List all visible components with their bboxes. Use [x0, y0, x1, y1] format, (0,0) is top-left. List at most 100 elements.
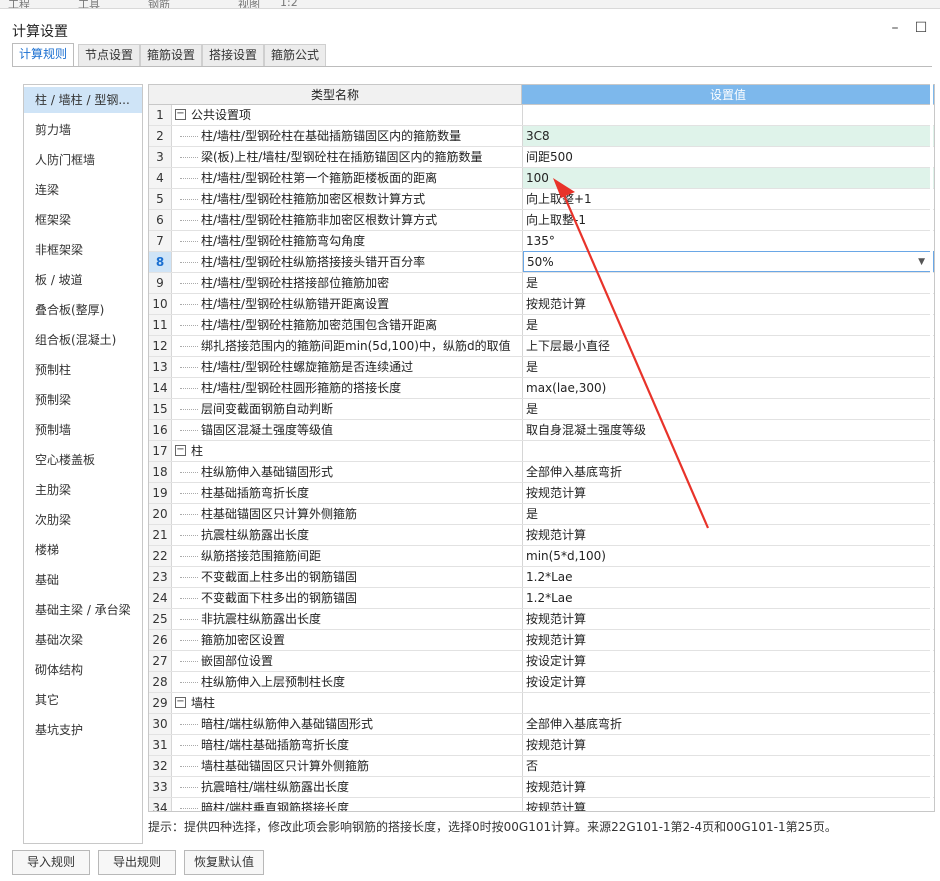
type-name-cell[interactable]: 抗震暗柱/端柱纵筋露出长度	[172, 777, 523, 797]
row-number[interactable]: 6	[149, 210, 172, 230]
table-row[interactable]: 23 不变截面上柱多出的钢筋锚固 1.2*Lae	[149, 567, 934, 588]
setting-value-cell[interactable]: 全部伸入基底弯折	[523, 462, 934, 482]
grid-group-row[interactable]: 29− 墙柱	[149, 693, 934, 714]
table-row[interactable]: 3 梁(板)上柱/墙柱/型钢砼柱在插筋锚固区内的箍筋数量 间距500	[149, 147, 934, 168]
setting-value-cell[interactable]: 1.2*Lae	[523, 567, 934, 587]
type-name-cell[interactable]: 柱/墙柱/型钢砼柱在基础插筋锚固区内的箍筋数量	[172, 126, 523, 146]
type-name-cell[interactable]: − 墙柱	[172, 693, 523, 713]
setting-value-cell[interactable]: 按规范计算	[523, 609, 934, 629]
table-row[interactable]: 15 层间变截面钢筋自动判断 是	[149, 399, 934, 420]
table-row[interactable]: 4 柱/墙柱/型钢砼柱第一个箍筋距楼板面的距离 100	[149, 168, 934, 189]
row-number[interactable]: 1	[149, 105, 172, 125]
collapse-minus-icon[interactable]: −	[175, 445, 186, 456]
setting-value-cell[interactable]: 135°	[523, 231, 934, 251]
sidebar-item-coupling-beam[interactable]: 连梁	[24, 177, 142, 203]
row-number[interactable]: 4	[149, 168, 172, 188]
type-name-cell[interactable]: 嵌固部位设置	[172, 651, 523, 671]
type-name-cell[interactable]: 不变截面下柱多出的钢筋锚固	[172, 588, 523, 608]
type-name-cell[interactable]: 锚固区混凝土强度等级值	[172, 420, 523, 440]
row-number[interactable]: 18	[149, 462, 172, 482]
table-row[interactable]: 22 纵筋搭接范围箍筋间距 min(5*d,100)	[149, 546, 934, 567]
row-number[interactable]: 3	[149, 147, 172, 167]
row-number[interactable]: 19	[149, 483, 172, 503]
setting-value-cell[interactable]: 是	[523, 357, 934, 377]
row-number[interactable]: 23	[149, 567, 172, 587]
row-number[interactable]: 10	[149, 294, 172, 314]
setting-value-cell[interactable]: 按规范计算	[523, 777, 934, 797]
table-row[interactable]: 12 绑扎搭接范围内的箍筋间距min(5d,100)中，纵筋d的取值 上下层最小直径	[149, 336, 934, 357]
tab-stirrup-settings[interactable]: 箍筋设置	[140, 44, 203, 66]
table-row[interactable]: 2 柱/墙柱/型钢砼柱在基础插筋锚固区内的箍筋数量 3C8	[149, 126, 934, 147]
type-name-cell[interactable]: 纵筋搭接范围箍筋间距	[172, 546, 523, 566]
type-name-cell[interactable]: 柱/墙柱/型钢砼柱螺旋箍筋是否连续通过	[172, 357, 523, 377]
type-name-cell[interactable]: 箍筋加密区设置	[172, 630, 523, 650]
setting-value-cell[interactable]: 按规范计算	[523, 294, 934, 314]
setting-value-cell[interactable]: 上下层最小直径	[523, 336, 934, 356]
setting-value-cell[interactable]: 向上取整+1	[523, 189, 934, 209]
type-name-cell[interactable]: 梁(板)上柱/墙柱/型钢砼柱在插筋锚固区内的箍筋数量	[172, 147, 523, 167]
row-number[interactable]: 27	[149, 651, 172, 671]
type-name-cell[interactable]: 柱纵筋伸入上层预制柱长度	[172, 672, 523, 692]
restore-defaults-button[interactable]: 恢复默认值	[184, 850, 264, 875]
type-name-cell[interactable]: 非抗震柱纵筋露出长度	[172, 609, 523, 629]
row-number[interactable]: 9	[149, 273, 172, 293]
export-rules-button[interactable]: 导出规则	[98, 850, 176, 875]
row-number[interactable]: 11	[149, 315, 172, 335]
collapse-minus-icon[interactable]: −	[175, 697, 186, 708]
sidebar-item-shear-wall[interactable]: 剪力墙	[24, 117, 142, 143]
setting-value-cell[interactable]: 按规范计算	[523, 735, 934, 755]
row-number[interactable]: 2	[149, 126, 172, 146]
type-name-cell[interactable]: 暗柱/端柱垂直钢筋搭接长度	[172, 798, 523, 811]
row-number[interactable]: 30	[149, 714, 172, 734]
table-row[interactable]: 8 柱/墙柱/型钢砼柱纵筋搭接接头错开百分率 50% ▼	[149, 251, 934, 273]
type-name-cell[interactable]: 层间变截面钢筋自动判断	[172, 399, 523, 419]
type-name-cell[interactable]: 柱/墙柱/型钢砼柱搭接部位箍筋加密	[172, 273, 523, 293]
setting-value-cell[interactable]: 按设定计算	[523, 651, 934, 671]
setting-value-cell[interactable]: 按规范计算	[523, 630, 934, 650]
setting-value-dropdown[interactable]: 50% ▼	[523, 251, 934, 272]
sidebar-item-composite-slab-concrete[interactable]: 组合板(混凝土)	[24, 327, 142, 353]
sidebar-item-column[interactable]: 柱 / 墙柱 / 型钢...	[24, 87, 142, 113]
setting-value-cell[interactable]: max(lae,300)	[523, 378, 934, 398]
table-row[interactable]: 5 柱/墙柱/型钢砼柱箍筋加密区根数计算方式 向上取整+1	[149, 189, 934, 210]
row-number[interactable]: 12	[149, 336, 172, 356]
sidebar-item-foundation-secondary-beam[interactable]: 基础次梁	[24, 627, 142, 653]
type-name-cell[interactable]: 不变截面上柱多出的钢筋锚固	[172, 567, 523, 587]
row-number[interactable]: 14	[149, 378, 172, 398]
sidebar-item-pit-support[interactable]: 基坑支护	[24, 717, 142, 743]
table-row[interactable]: 21 抗震柱纵筋露出长度 按规范计算	[149, 525, 934, 546]
table-row[interactable]: 6 柱/墙柱/型钢砼柱箍筋非加密区根数计算方式 向上取整-1	[149, 210, 934, 231]
table-row[interactable]: 20 柱基础锚固区只计算外侧箍筋 是	[149, 504, 934, 525]
type-name-cell[interactable]: 柱/墙柱/型钢砼柱箍筋弯勾角度	[172, 231, 523, 251]
setting-value-cell[interactable]: 是	[523, 504, 934, 524]
dropdown-arrow-icon[interactable]: ▼	[918, 252, 925, 271]
type-name-cell[interactable]: − 柱	[172, 441, 523, 461]
table-row[interactable]: 9 柱/墙柱/型钢砼柱搭接部位箍筋加密 是	[149, 273, 934, 294]
row-number[interactable]: 17	[149, 441, 172, 461]
type-name-cell[interactable]: 暗柱/端柱纵筋伸入基础锚固形式	[172, 714, 523, 734]
type-name-cell[interactable]: 柱/墙柱/型钢砼柱纵筋错开距离设置	[172, 294, 523, 314]
type-name-cell[interactable]: 柱/墙柱/型钢砼柱第一个箍筋距楼板面的距离	[172, 168, 523, 188]
setting-value-cell[interactable]: 3C8	[523, 126, 934, 146]
grid-group-row[interactable]: 17− 柱	[149, 441, 934, 462]
sidebar-item-civil-defense-wall[interactable]: 人防门框墙	[24, 147, 142, 173]
sidebar-item-other[interactable]: 其它	[24, 687, 142, 713]
table-row[interactable]: 25 非抗震柱纵筋露出长度 按规范计算	[149, 609, 934, 630]
table-row[interactable]: 31 暗柱/端柱基础插筋弯折长度 按规范计算	[149, 735, 934, 756]
sidebar-item-main-rib-beam[interactable]: 主肋梁	[24, 477, 142, 503]
row-number[interactable]: 31	[149, 735, 172, 755]
row-number[interactable]: 15	[149, 399, 172, 419]
row-number[interactable]: 26	[149, 630, 172, 650]
row-number[interactable]: 13	[149, 357, 172, 377]
table-row[interactable]: 28 柱纵筋伸入上层预制柱长度 按设定计算	[149, 672, 934, 693]
table-row[interactable]: 34 暗柱/端柱垂直钢筋搭接长度 按规范计算	[149, 798, 934, 811]
type-name-cell[interactable]: 柱纵筋伸入基础锚固形式	[172, 462, 523, 482]
sidebar-item-composite-slab-full[interactable]: 叠合板(整厚)	[24, 297, 142, 323]
type-name-cell[interactable]: 绑扎搭接范围内的箍筋间距min(5d,100)中，纵筋d的取值	[172, 336, 523, 356]
type-name-cell[interactable]: − 公共设置项	[172, 105, 523, 125]
setting-value-cell[interactable]	[523, 441, 934, 461]
setting-value-cell[interactable]: min(5*d,100)	[523, 546, 934, 566]
setting-value-cell[interactable]: 100	[523, 168, 934, 188]
setting-value-cell[interactable]: 向上取整-1	[523, 210, 934, 230]
sidebar-item-hollow-slab[interactable]: 空心楼盖板	[24, 447, 142, 473]
